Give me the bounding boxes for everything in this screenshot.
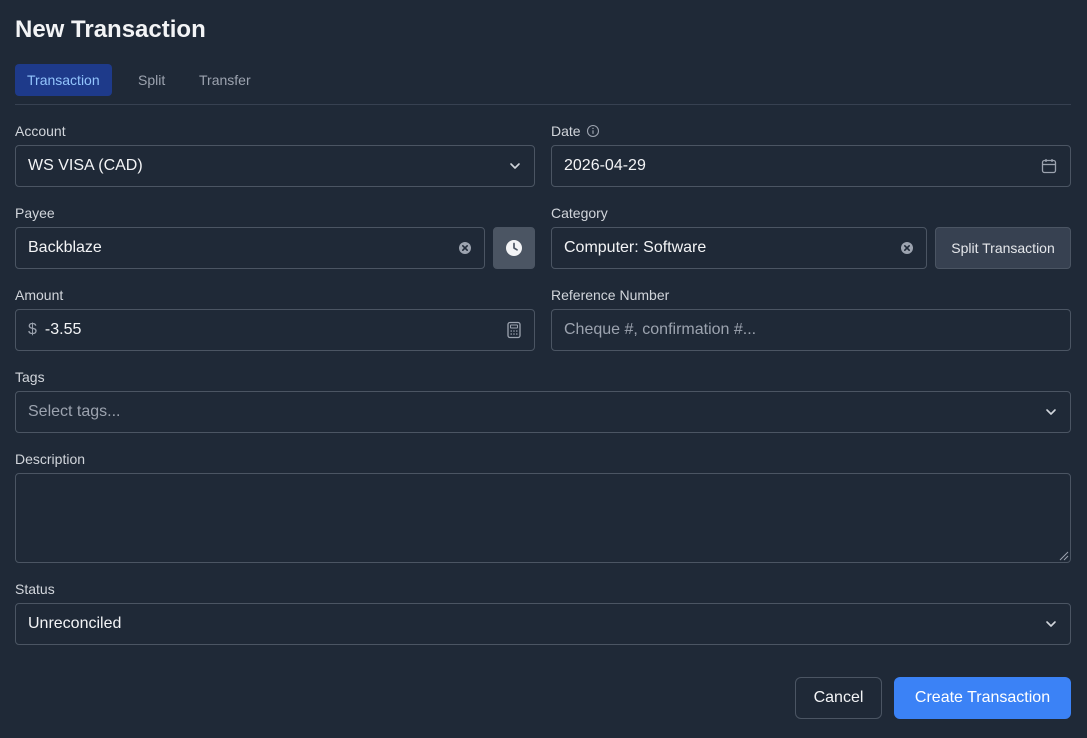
tags-placeholder: Select tags... (28, 403, 121, 420)
amount-value: -3.55 (44, 321, 82, 338)
amount-input[interactable]: $ -3.55 (15, 309, 535, 351)
payee-history-button[interactable] (493, 227, 535, 269)
payee-label: Payee (15, 205, 55, 221)
clear-icon[interactable] (900, 241, 914, 255)
chevron-down-icon (1044, 405, 1058, 419)
reference-placeholder: Cheque #, confirmation #... (564, 321, 757, 338)
account-label: Account (15, 123, 66, 139)
amount-label: Amount (15, 287, 64, 303)
reference-label: Reference Number (551, 287, 670, 303)
tags-select[interactable]: Select tags... (15, 391, 1071, 433)
chevron-down-icon (1044, 617, 1058, 631)
tab-transaction[interactable]: Transaction (15, 64, 112, 96)
tab-divider (15, 104, 1071, 105)
category-input[interactable]: Computer: Software (551, 227, 927, 269)
info-icon[interactable] (586, 124, 600, 138)
tab-transfer[interactable]: Transfer (187, 64, 263, 96)
date-label: Date (551, 123, 581, 139)
create-transaction-button[interactable]: Create Transaction (894, 677, 1071, 719)
status-value: Unreconciled (28, 615, 122, 632)
tab-split[interactable]: Split (126, 64, 177, 96)
cancel-button[interactable]: Cancel (795, 677, 882, 719)
account-value: WS VISA (CAD) (28, 157, 143, 174)
category-value: Computer: Software (564, 239, 707, 256)
tags-label: Tags (15, 369, 45, 385)
status-label: Status (15, 581, 55, 597)
resize-handle-icon[interactable] (1057, 549, 1069, 561)
date-field[interactable]: 2026-04-29 (551, 145, 1071, 187)
category-label: Category (551, 205, 608, 221)
payee-input[interactable]: Backblaze (15, 227, 485, 269)
clock-icon (505, 239, 523, 257)
split-transaction-button[interactable]: Split Transaction (935, 227, 1071, 269)
description-label: Description (15, 451, 86, 467)
date-label-row: Date (551, 122, 600, 140)
currency-symbol: $ (28, 321, 37, 338)
account-select[interactable]: WS VISA (CAD) (15, 145, 535, 187)
chevron-down-icon (508, 159, 522, 173)
date-value: 2026-04-29 (564, 157, 646, 174)
calendar-icon[interactable] (1040, 157, 1058, 175)
page-title: New Transaction (15, 16, 206, 43)
calculator-icon[interactable] (506, 321, 522, 339)
payee-value: Backblaze (28, 239, 102, 256)
clear-icon[interactable] (458, 241, 472, 255)
status-select[interactable]: Unreconciled (15, 603, 1071, 645)
reference-input[interactable]: Cheque #, confirmation #... (551, 309, 1071, 351)
description-textarea[interactable] (15, 473, 1071, 563)
